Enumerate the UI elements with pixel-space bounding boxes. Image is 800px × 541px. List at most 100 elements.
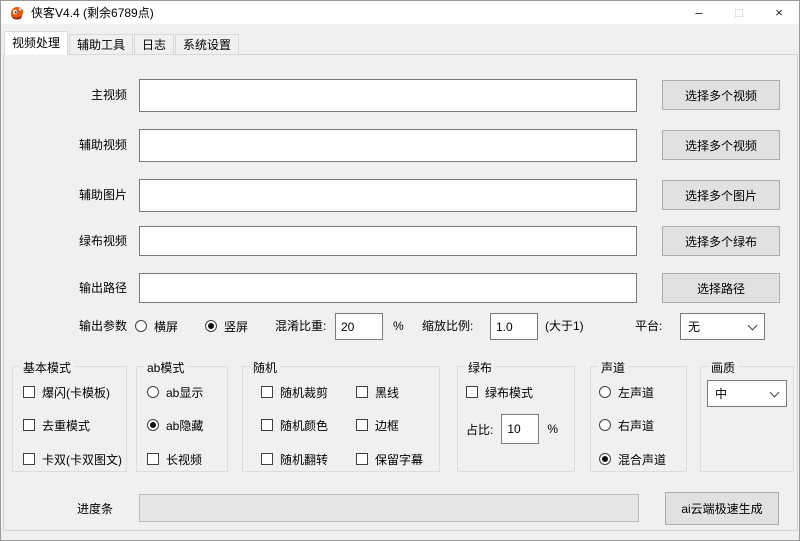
dedup-checkbox[interactable]: 去重模式 [23, 415, 90, 435]
ab-hide-radio[interactable]: ab隐藏 [147, 415, 203, 435]
checkbox-icon [147, 453, 159, 465]
radio-icon [599, 386, 611, 398]
group-random-title: 随机 [250, 359, 280, 376]
close-button[interactable]: × [759, 1, 799, 24]
radio-icon [599, 419, 611, 431]
checkbox-icon [23, 453, 35, 465]
random-crop-label: 随机裁剪 [280, 384, 328, 401]
green-mode-label: 绿布模式 [485, 384, 533, 401]
ab-show-label: ab显示 [166, 384, 203, 401]
checkbox-icon [261, 386, 273, 398]
random-flip-checkbox[interactable]: 随机翻转 [261, 449, 328, 469]
checkbox-icon [356, 453, 368, 465]
keep-subtitles-checkbox[interactable]: 保留字幕 [356, 449, 423, 469]
radio-icon [205, 320, 217, 332]
checkbox-icon [261, 419, 273, 431]
group-random: 随机 随机裁剪 随机颜色 随机翻转 黑线 边框 [242, 366, 440, 472]
platform-value: 无 [688, 318, 700, 335]
border-checkbox[interactable]: 边框 [356, 415, 399, 435]
border-label: 边框 [375, 417, 399, 434]
group-green-screen: 绿布 绿布模式 占比: % [457, 366, 575, 472]
green-mode-checkbox[interactable]: 绿布模式 [466, 382, 533, 402]
ab-show-radio[interactable]: ab显示 [147, 382, 203, 402]
window-controls: – □ × [679, 1, 799, 24]
random-flip-label: 随机翻转 [280, 451, 328, 468]
main-video-label: 主视频 [4, 79, 127, 112]
titlebar: 侠客V4.4 (剩余6789点) – □ × [1, 1, 799, 24]
tab-video-processing[interactable]: 视频处理 [4, 31, 68, 55]
landscape-radio[interactable]: 横屏 [135, 312, 178, 340]
scale-hint: (大于1) [545, 312, 584, 340]
group-basic-title: 基本模式 [20, 359, 74, 376]
output-params-label: 输出参数 [4, 312, 127, 340]
aux-image-label: 辅助图片 [4, 179, 127, 212]
app-window: 侠客V4.4 (剩余6789点) – □ × 视频处理 辅助工具 日志 系统设置… [0, 0, 800, 541]
flash-label: 爆闪(卡模板) [42, 384, 110, 401]
green-ratio-input[interactable] [501, 414, 539, 444]
portrait-label: 竖屏 [224, 318, 248, 335]
long-video-checkbox[interactable]: 长视频 [147, 449, 202, 469]
left-channel-radio[interactable]: 左声道 [599, 382, 654, 402]
select-aux-videos-button[interactable]: 选择多个视频 [662, 130, 780, 160]
group-ab-title: ab模式 [144, 359, 187, 376]
progress-label: 进度条 [4, 499, 113, 519]
black-line-checkbox[interactable]: 黑线 [356, 382, 399, 402]
flash-checkbox[interactable]: 爆闪(卡模板) [23, 382, 110, 402]
long-video-label: 长视频 [166, 451, 202, 468]
portrait-radio[interactable]: 竖屏 [205, 312, 248, 340]
mix-ratio-input[interactable] [335, 313, 383, 340]
quality-select[interactable]: 中 [707, 380, 787, 407]
aux-video-label: 辅助视频 [4, 129, 127, 162]
group-audio-channel: 声道 左声道 右声道 混合声道 [590, 366, 687, 472]
dedup-label: 去重模式 [42, 417, 90, 434]
aux-image-input[interactable] [139, 179, 637, 212]
green-ratio-label: 占比: [466, 421, 493, 438]
select-path-button[interactable]: 选择路径 [662, 273, 780, 303]
landscape-label: 横屏 [154, 318, 178, 335]
tab-system-settings[interactable]: 系统设置 [175, 34, 239, 55]
random-color-label: 随机颜色 [280, 417, 328, 434]
window-title: 侠客V4.4 (剩余6789点) [31, 4, 154, 21]
select-aux-images-button[interactable]: 选择多个图片 [662, 180, 780, 210]
chevron-down-icon [748, 322, 757, 331]
black-line-label: 黑线 [375, 384, 399, 401]
random-crop-checkbox[interactable]: 随机裁剪 [261, 382, 328, 402]
main-video-input[interactable] [139, 79, 637, 112]
select-green-videos-button[interactable]: 选择多个绿布 [662, 226, 780, 256]
left-channel-label: 左声道 [618, 384, 654, 401]
platform-select[interactable]: 无 [680, 313, 765, 340]
maximize-button: □ [719, 1, 759, 24]
right-channel-label: 右声道 [618, 417, 654, 434]
radio-icon [599, 453, 611, 465]
output-path-label: 输出路径 [4, 273, 127, 303]
random-color-checkbox[interactable]: 随机颜色 [261, 415, 328, 435]
group-audio-title: 声道 [598, 359, 628, 376]
green-video-input[interactable] [139, 226, 637, 256]
output-path-input[interactable] [139, 273, 637, 303]
tab-auxiliary-tools[interactable]: 辅助工具 [69, 34, 133, 55]
double-card-label: 卡双(卡双图文) [42, 451, 122, 468]
scale-input[interactable] [490, 313, 538, 340]
tabstrip: 视频处理 辅助工具 日志 系统设置 [4, 31, 240, 55]
platform-label: 平台: [635, 312, 662, 340]
double-card-checkbox[interactable]: 卡双(卡双图文) [23, 449, 122, 469]
scale-label: 缩放比例: [422, 312, 473, 340]
select-main-videos-button[interactable]: 选择多个视频 [662, 80, 780, 110]
mix-ratio-label: 混淆比重: [275, 312, 326, 340]
checkbox-icon [23, 386, 35, 398]
app-icon [9, 5, 25, 21]
aux-video-input[interactable] [139, 129, 637, 162]
progress-bar [139, 494, 639, 522]
right-channel-radio[interactable]: 右声道 [599, 415, 654, 435]
checkbox-icon [261, 453, 273, 465]
ab-hide-label: ab隐藏 [166, 417, 203, 434]
mixed-channel-radio[interactable]: 混合声道 [599, 449, 666, 469]
green-ratio-unit: % [547, 422, 558, 436]
minimize-button[interactable]: – [679, 1, 719, 24]
radio-icon [147, 419, 159, 431]
mixed-channel-label: 混合声道 [618, 451, 666, 468]
group-ab-mode: ab模式 ab显示 ab隐藏 长视频 [136, 366, 228, 472]
generate-button[interactable]: ai云端极速生成 [665, 492, 779, 525]
green-ratio-row: 占比: % [466, 414, 558, 444]
tab-log[interactable]: 日志 [134, 34, 174, 55]
